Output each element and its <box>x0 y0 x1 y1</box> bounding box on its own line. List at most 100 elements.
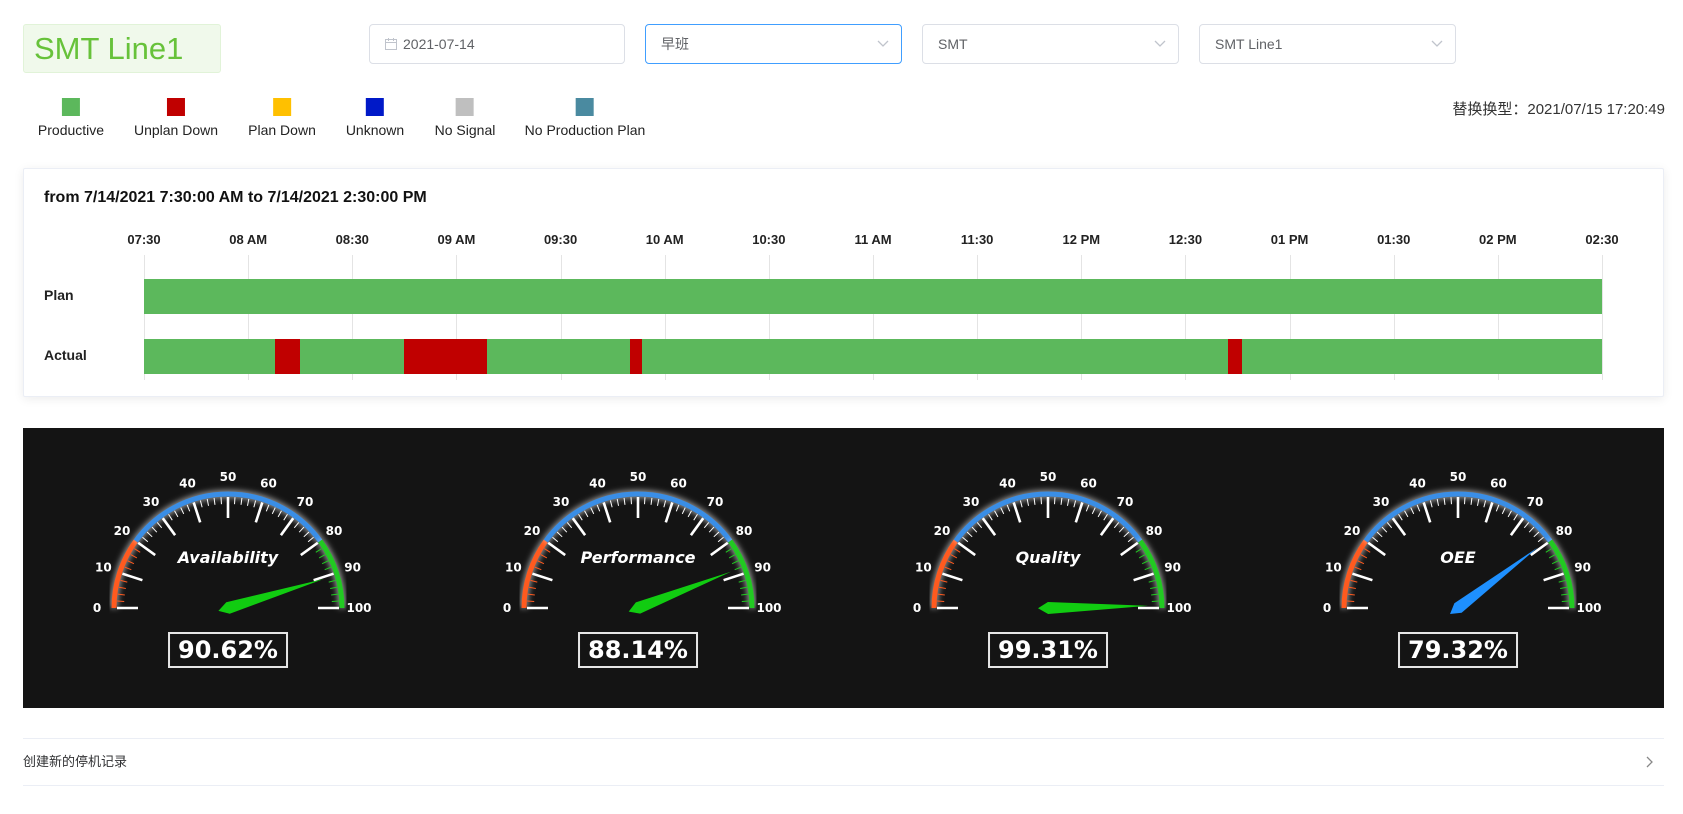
gauge-tick <box>942 572 963 582</box>
gauge-tick <box>151 526 158 533</box>
gauge-tick <box>708 526 715 533</box>
gauge-tick <box>527 593 535 596</box>
timeline-segment[interactable] <box>404 339 487 374</box>
gauge-scale-label: 70 <box>707 495 724 509</box>
row-label-plan: Plan <box>44 287 74 303</box>
gauge-tick <box>596 504 601 512</box>
timeline-segment[interactable] <box>486 339 630 374</box>
gauge-tick <box>213 497 216 505</box>
gauge-scale-label: 70 <box>297 495 314 509</box>
gauge-tick <box>156 522 163 529</box>
gauge-scale-label: 0 <box>93 601 101 615</box>
gauge-tick <box>134 548 141 553</box>
timeline-tick-label: 10:30 <box>752 232 786 247</box>
gauge-tick <box>1376 531 1383 538</box>
gauge-needle <box>628 571 732 614</box>
gauge-scale-label: 30 <box>1373 495 1390 509</box>
chevron-down-icon <box>877 25 889 77</box>
shift-select[interactable]: 早班 <box>645 24 902 64</box>
date-picker[interactable]: 2021-07-14 <box>369 24 625 64</box>
gauge-tick <box>1560 586 1568 590</box>
gauge-scale-label: 10 <box>95 561 112 575</box>
gauge-tick <box>307 536 314 543</box>
timeline-segment[interactable] <box>1228 339 1243 374</box>
gauge-tick <box>944 566 952 571</box>
gauge-scale-label: 40 <box>179 476 196 490</box>
gauge-tick <box>124 566 132 571</box>
gauge-scale-label: 30 <box>143 495 160 509</box>
timeline-segment[interactable] <box>144 339 275 374</box>
gauge-tick <box>544 548 551 553</box>
timeline-tick-label: 01:30 <box>1377 232 1411 247</box>
gauge-tick <box>966 531 973 538</box>
create-downtime-record-row[interactable]: 创建新的停机记录 <box>23 738 1664 786</box>
gauge-value: 99.31% <box>988 632 1108 668</box>
timeline-tick-label: 12 PM <box>1062 232 1101 247</box>
gauge-tick <box>1501 507 1506 515</box>
gauge-tick <box>663 500 667 508</box>
gauge-tick <box>1483 500 1487 508</box>
timeline-tick-label: 02 PM <box>1479 232 1517 247</box>
timeline-tick-label: 09:30 <box>543 232 578 247</box>
gauge-tick <box>994 510 999 518</box>
gauge-tick <box>1347 593 1355 596</box>
timeline-segment[interactable] <box>299 339 404 374</box>
gauge-tick <box>528 586 536 590</box>
gauge-scale-label: 60 <box>260 476 277 490</box>
gauge-tick <box>328 579 336 583</box>
gauge-scale-label: 40 <box>1409 476 1426 490</box>
gauge-tick <box>303 531 310 538</box>
gauge-tick <box>1141 560 1149 565</box>
gauge-performance: 0 10 20 30 40 50 60 70 80 90 100 Performance 88.14% <box>433 428 843 708</box>
gauge-scale-label: 0 <box>1323 601 1331 615</box>
timeline-segment[interactable] <box>642 339 1229 374</box>
gauge-oee: 0 10 20 30 40 50 60 70 80 90 100 OEE 79.32% <box>1253 428 1663 708</box>
legend-item: No Signal <box>435 98 495 138</box>
line-select[interactable]: SMT Line1 <box>1199 24 1456 64</box>
timeline-segment[interactable] <box>274 339 300 374</box>
gauge-tick <box>1073 500 1077 508</box>
gauge-tick <box>1436 498 1440 506</box>
gauge-tick <box>689 517 705 536</box>
gauge-tick <box>731 560 739 565</box>
gauge-scale-label: 0 <box>503 601 511 615</box>
timeline-segment[interactable] <box>629 339 643 374</box>
gauge-tick <box>1386 522 1393 529</box>
gauge-quality: 0 10 20 30 40 50 60 70 80 90 100 Quality 99.31% <box>843 428 1253 708</box>
gauge-tick <box>1367 541 1386 557</box>
gauge-tick <box>738 579 746 583</box>
gauge-tick <box>962 536 969 543</box>
gauge-tick <box>971 526 978 533</box>
gauge-scale-label: 10 <box>1325 561 1342 575</box>
gauge-scale-label: 20 <box>934 524 951 538</box>
timeline-gridline <box>1602 255 1603 380</box>
gauge-tick <box>1097 510 1102 518</box>
gauge-tick <box>534 566 542 571</box>
gauge-tick <box>1357 560 1365 565</box>
area-value: SMT <box>938 36 968 52</box>
gauge-scale-label: 90 <box>754 561 771 575</box>
timeline-segment[interactable] <box>144 279 1602 314</box>
gauge-tick <box>253 500 257 508</box>
gauge-tick <box>540 554 548 559</box>
gauge-title: Performance <box>580 548 695 567</box>
gauge-tick <box>713 531 720 538</box>
gauge-tick <box>1012 502 1022 523</box>
gauge-tick <box>1099 517 1115 536</box>
gauge-tick <box>1509 517 1525 536</box>
timeline-segment[interactable] <box>1242 339 1602 374</box>
gauge-tick <box>1429 500 1433 508</box>
gauge-scale-label: 0 <box>913 601 921 615</box>
gauge-value: 88.14% <box>578 632 698 668</box>
gauge-tick <box>186 504 191 512</box>
area-select[interactable]: SMT <box>922 24 1179 64</box>
gauge-tick <box>1528 526 1535 533</box>
gauge-tick <box>530 579 538 583</box>
timeline-title: from 7/14/2021 7:30:00 AM to 7/14/2021 2… <box>44 189 427 206</box>
gauge-scale-label: 100 <box>1166 601 1191 615</box>
gauge-tick <box>1507 510 1512 518</box>
gauge-value: 90.62% <box>168 632 288 668</box>
legend-swatch <box>455 98 474 116</box>
gauge-tick <box>602 502 612 523</box>
gauge-tick <box>1066 498 1070 506</box>
